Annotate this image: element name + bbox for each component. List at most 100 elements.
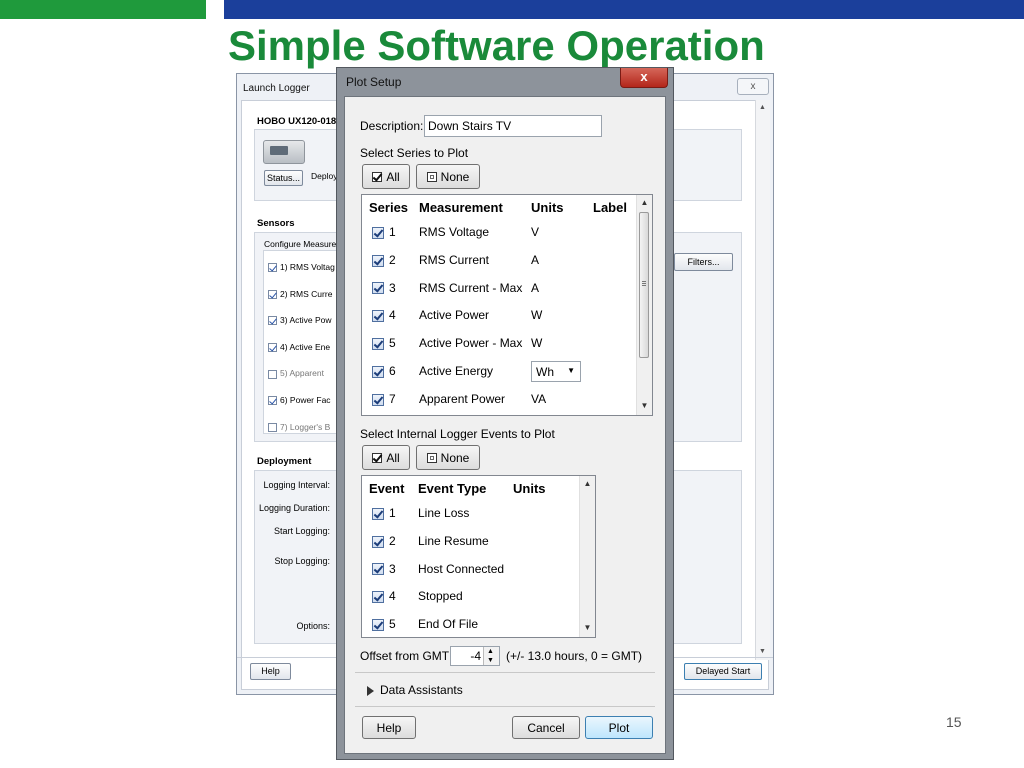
series-all-label: All bbox=[386, 169, 400, 184]
scroll-up-icon[interactable]: ▲ bbox=[759, 104, 766, 111]
offset-label: Offset from GMT bbox=[360, 649, 450, 663]
series-checkbox[interactable] bbox=[372, 310, 384, 323]
series-row: 4 Active Power W bbox=[362, 305, 634, 327]
plot-setup-dialog: Plot Setup x Description: Select Series … bbox=[336, 67, 674, 760]
sensor-checkbox[interactable] bbox=[268, 422, 277, 432]
event-checkbox[interactable] bbox=[372, 507, 384, 520]
divider bbox=[355, 672, 655, 673]
sensor-row: 5) Apparent bbox=[268, 368, 324, 379]
event-checkbox[interactable] bbox=[372, 535, 384, 548]
plot-setup-close-button[interactable]: x bbox=[620, 68, 668, 88]
events-scrollbar[interactable]: ▲ ▼ bbox=[579, 476, 595, 637]
event-type: End Of File bbox=[418, 617, 479, 632]
data-assistants-toggle[interactable]: Data Assistants bbox=[367, 683, 463, 697]
event-number: 1 bbox=[389, 506, 396, 520]
expand-arrow-icon bbox=[367, 685, 374, 696]
launch-logger-close-button[interactable]: x bbox=[737, 78, 769, 95]
select-events-label: Select Internal Logger Events to Plot bbox=[360, 427, 555, 441]
series-checkbox[interactable] bbox=[372, 365, 384, 378]
series-units: W bbox=[531, 336, 543, 351]
series-measurement: RMS Voltage bbox=[419, 225, 490, 239]
logging-interval-label: Logging Interval: bbox=[263, 480, 330, 490]
event-checkbox[interactable] bbox=[372, 563, 384, 576]
label-header: Label bbox=[593, 200, 627, 215]
plot-help-button[interactable]: Help bbox=[362, 716, 416, 739]
plot-setup-title: Plot Setup bbox=[346, 75, 402, 89]
event-row: 5 End Of File bbox=[362, 614, 577, 636]
status-button[interactable]: Status... bbox=[264, 170, 303, 186]
event-number: 2 bbox=[389, 533, 396, 548]
event-header: Event bbox=[369, 481, 405, 496]
series-checkbox[interactable] bbox=[372, 254, 384, 267]
events-list: Event Event Type Units 1 Line Loss 2 Line R… bbox=[361, 475, 596, 638]
sensor-checkbox[interactable] bbox=[268, 369, 277, 379]
offset-spinner[interactable]: -4 ▲ ▼ bbox=[450, 646, 500, 666]
series-number: 6 bbox=[389, 364, 396, 378]
spin-down-icon[interactable]: ▼ bbox=[487, 656, 494, 665]
units-dropdown[interactable]: Wh ▼ bbox=[531, 361, 581, 382]
check-all-icon bbox=[372, 452, 383, 463]
sensor-row: 3) Active Pow bbox=[268, 315, 332, 326]
configure-measurements-label: Configure Measure bbox=[264, 239, 337, 249]
event-number: 3 bbox=[389, 561, 396, 576]
event-type: Stopped bbox=[418, 589, 463, 604]
launch-help-button[interactable]: Help bbox=[250, 663, 291, 680]
description-input[interactable] bbox=[424, 115, 602, 137]
event-units-header: Units bbox=[513, 481, 546, 496]
event-checkbox[interactable] bbox=[372, 591, 384, 604]
series-measurement: Apparent Power bbox=[419, 391, 506, 406]
sensor-label: 5) Apparent bbox=[280, 368, 324, 379]
series-row: 2 RMS Current A bbox=[362, 250, 634, 272]
start-logging-label: Start Logging: bbox=[273, 526, 330, 536]
units-header: Units bbox=[531, 200, 564, 215]
sensor-label: 1) RMS Voltag bbox=[280, 262, 335, 272]
deployment-section-label: Deployment bbox=[257, 456, 312, 467]
scroll-down-icon[interactable]: ▼ bbox=[759, 648, 766, 655]
event-row: 3 Host Connected bbox=[362, 559, 577, 581]
sensor-checkbox[interactable] bbox=[268, 263, 277, 273]
series-units: VA bbox=[531, 391, 547, 406]
scroll-down-icon[interactable]: ▼ bbox=[637, 399, 652, 413]
launch-logger-scrollbar[interactable]: ▲ ▼ bbox=[755, 100, 770, 660]
measurement-header: Measurement bbox=[419, 200, 503, 215]
series-checkbox[interactable] bbox=[372, 338, 384, 351]
series-checkbox[interactable] bbox=[372, 393, 384, 406]
scroll-down-icon[interactable]: ▼ bbox=[580, 621, 595, 635]
sensor-row: 7) Logger's B bbox=[268, 422, 330, 432]
filters-button[interactable]: Filters... bbox=[674, 253, 733, 271]
scroll-up-icon[interactable]: ▲ bbox=[637, 196, 652, 210]
delayed-start-button[interactable]: Delayed Start bbox=[684, 663, 762, 680]
series-scrollbar[interactable]: ▲ ▼ bbox=[636, 195, 652, 415]
sensor-checkbox[interactable] bbox=[268, 316, 277, 326]
plot-setup-content: Description: Select Series to Plot All N… bbox=[344, 96, 666, 754]
sensor-checkbox[interactable] bbox=[268, 396, 277, 406]
cancel-button[interactable]: Cancel bbox=[512, 716, 580, 739]
series-header: Series bbox=[369, 200, 409, 215]
series-measurement: Active Energy bbox=[419, 364, 494, 378]
stop-logging-label: Stop Logging: bbox=[274, 556, 330, 566]
sensor-row: 4) Active Ene bbox=[268, 341, 331, 353]
sensors-section-label: Sensors bbox=[257, 218, 295, 229]
series-checkbox[interactable] bbox=[372, 226, 384, 239]
series-scroll-thumb[interactable] bbox=[639, 212, 649, 358]
events-all-button[interactable]: All bbox=[362, 445, 410, 470]
options-label: Options: bbox=[296, 621, 330, 631]
scroll-up-icon[interactable]: ▲ bbox=[580, 477, 595, 491]
plot-button[interactable]: Plot bbox=[585, 716, 653, 739]
events-none-button[interactable]: None bbox=[416, 445, 480, 470]
series-all-button[interactable]: All bbox=[362, 164, 410, 189]
divider bbox=[355, 706, 655, 707]
series-checkbox[interactable] bbox=[372, 282, 384, 295]
event-row: 1 Line Loss bbox=[362, 503, 577, 525]
series-row: 7 Apparent Power VA bbox=[362, 389, 634, 411]
event-type-header: Event Type bbox=[418, 481, 487, 496]
series-none-button[interactable]: None bbox=[416, 164, 480, 189]
event-checkbox[interactable] bbox=[372, 619, 384, 632]
series-units: A bbox=[531, 252, 540, 267]
spin-up-icon[interactable]: ▲ bbox=[487, 647, 494, 656]
series-units: A bbox=[531, 280, 540, 295]
event-row: 2 Line Resume bbox=[362, 531, 577, 553]
sensor-checkbox[interactable] bbox=[268, 343, 277, 353]
sensor-checkbox[interactable] bbox=[268, 289, 277, 299]
sensor-label: 4) Active Ene bbox=[280, 341, 331, 352]
